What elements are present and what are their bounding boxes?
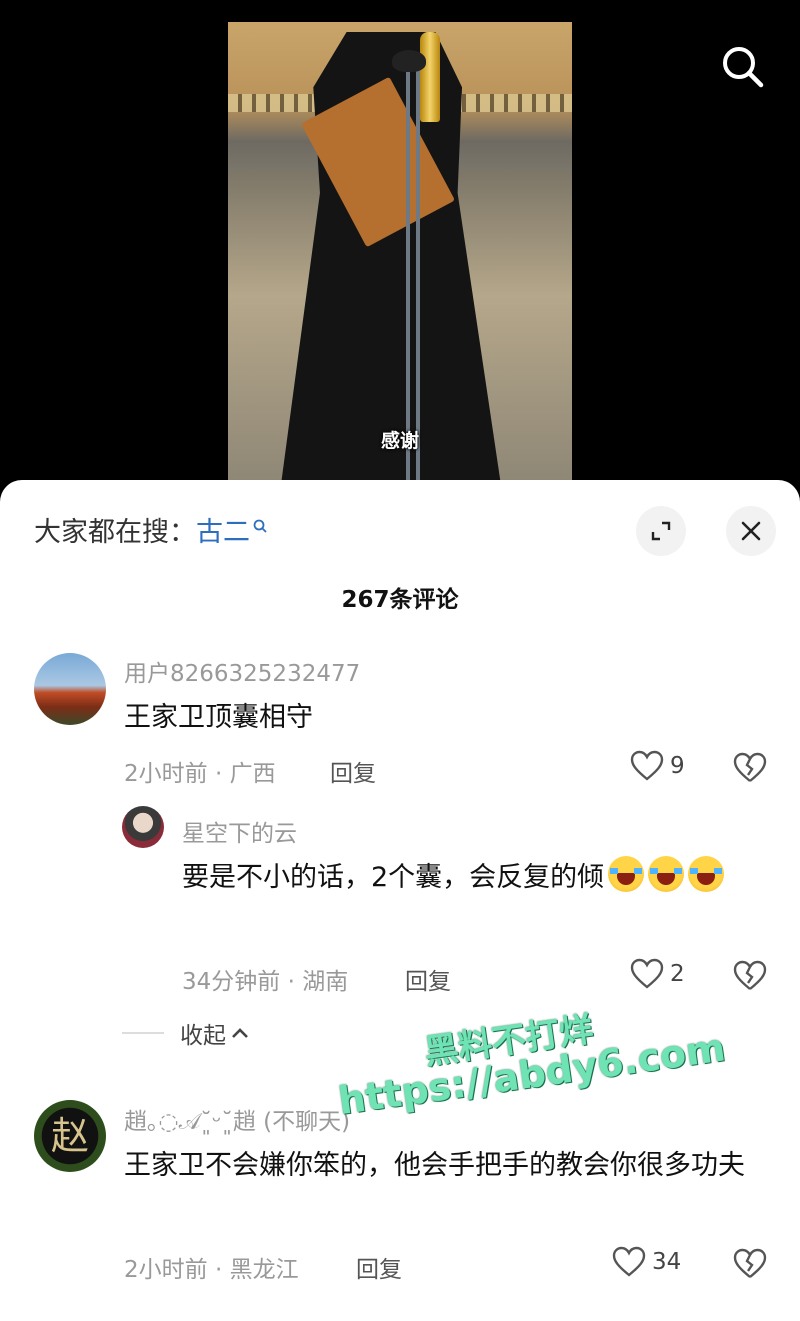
video-subtitle: 感谢 [380,430,419,452]
crying-emoji [688,856,725,892]
like-button[interactable]: 2 [630,958,685,990]
heart-icon [612,1246,646,1277]
mic-stand [406,62,410,482]
like-count: 9 [670,753,685,779]
mic-stand [416,62,420,482]
heart-icon [630,750,664,781]
comment-count: 267条评论 [341,587,459,613]
heart-icon [630,958,664,989]
close-icon [741,521,761,541]
chevron-up-icon [232,1028,248,1038]
search-button[interactable] [718,42,766,90]
divider [122,1032,164,1034]
like-count: 2 [670,961,685,987]
hot-search-bar[interactable]: 大家都在搜：古二 [34,510,268,549]
hot-search-label: 大家都在搜： [34,517,196,548]
expand-icon [651,521,671,541]
crying-emoji [648,856,685,892]
comment-text: 王家卫不会嫌你笨的，他会手把手的教会你很多功夫 [124,1150,745,1181]
like-count: 34 [652,1249,682,1275]
comment-meta: 34分钟前 · 湖南 [182,969,349,995]
collapse-label: 收起 [180,1023,226,1049]
microphone [392,50,426,72]
broken-heart-icon [733,1248,767,1278]
reply-button[interactable]: 回复 [405,962,451,996]
comment-meta: 2小时前 · 广西 [124,761,276,787]
reply-button[interactable]: 回复 [356,1250,402,1284]
comment-username[interactable]: 用户8266325232477 [124,654,360,688]
avatar[interactable] [34,653,106,725]
video-player[interactable]: 感谢 [0,0,800,490]
close-button[interactable] [726,506,776,556]
expand-button[interactable] [636,506,686,556]
mini-search-icon [252,510,268,541]
comment-username[interactable]: 趙｡◌𝒜˘͈ᵕ˘͈趙 (不聊天) [124,1102,350,1136]
hot-search-term[interactable]: 古二 [196,517,250,548]
trophy [420,32,440,122]
comment-sheet: 大家都在搜：古二 267条评论 用户8266325232477 王家卫顶囊相守 … [0,480,800,1321]
search-icon [723,47,764,88]
crying-emoji [608,856,645,892]
broken-heart-icon [733,752,767,782]
dislike-button[interactable] [733,1248,767,1284]
avatar[interactable]: 赵 [34,1100,106,1172]
collapse-replies-button[interactable]: 收起 [122,1016,250,1050]
comment-text: 要是不小的话，2个囊，会反复的倾 [182,854,752,902]
dislike-button[interactable] [733,960,767,996]
comment-text: 王家卫顶囊相守 [124,702,313,733]
like-button[interactable]: 9 [630,750,685,782]
video-frame[interactable]: 感谢 [228,22,572,482]
broken-heart-icon [733,960,767,990]
avatar-glyph: 赵 [50,1114,89,1158]
comment-text-content: 要是不小的话，2个囊，会反复的倾 [182,862,605,893]
comment-username[interactable]: 星空下的云 [182,814,297,848]
dislike-button[interactable] [733,752,767,788]
reply-button[interactable]: 回复 [330,754,376,788]
avatar[interactable] [122,806,164,848]
comment-meta: 2小时前 · 黑龙江 [124,1257,299,1283]
like-button[interactable]: 34 [612,1246,681,1278]
